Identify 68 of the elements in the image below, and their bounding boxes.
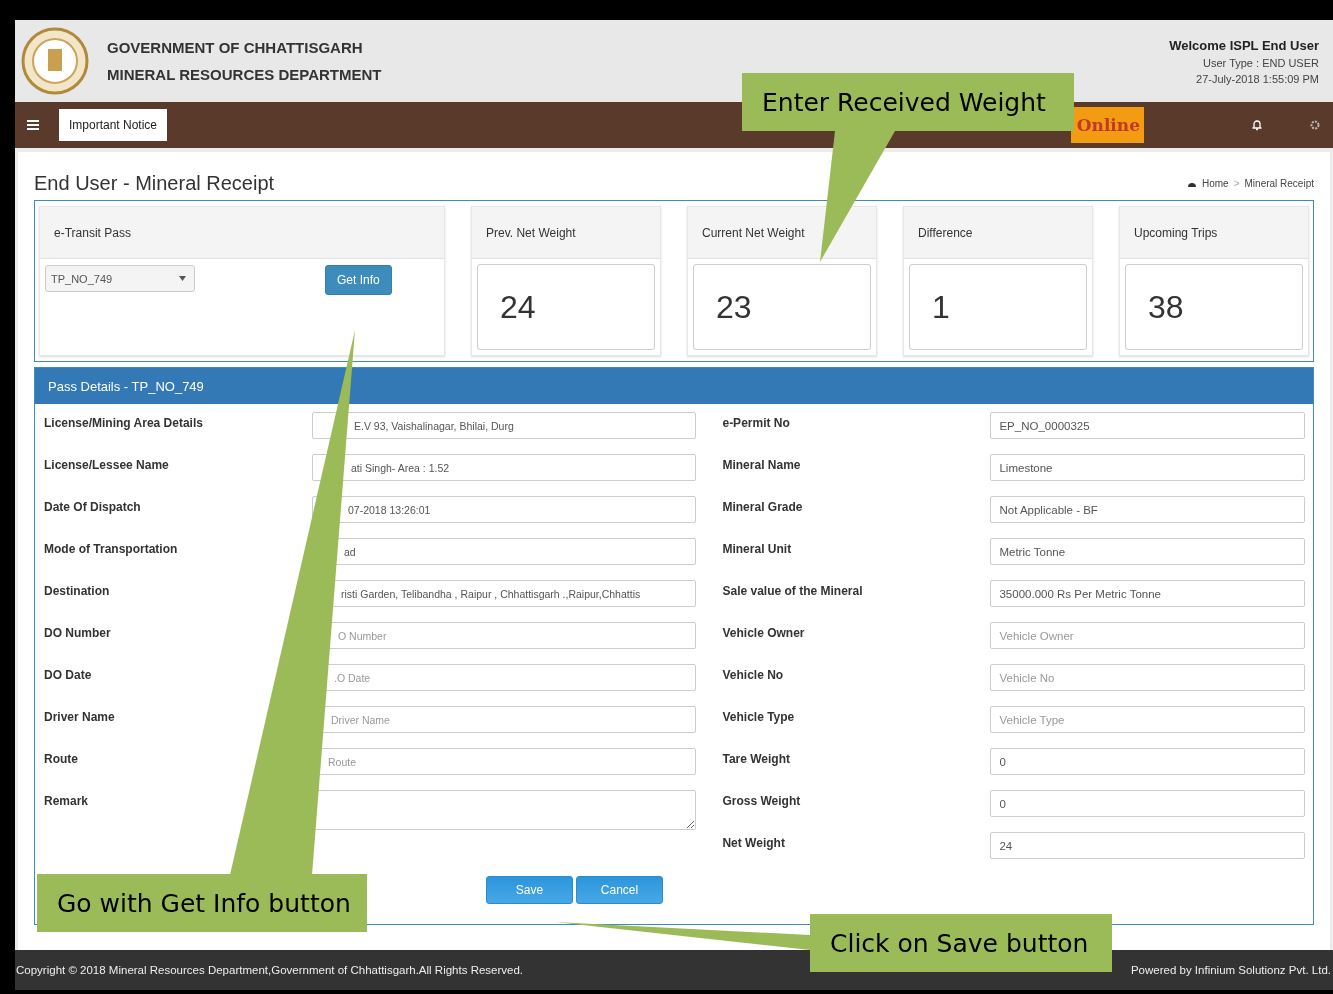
field-label: Driver Name	[44, 709, 116, 726]
user-type-text: User Type : END USER	[1203, 56, 1319, 69]
input-field[interactable]: Vehicle No	[990, 664, 1305, 691]
input-field[interactable]: Vehicle Owner	[990, 622, 1305, 649]
input-field[interactable]: EP_NO_0000325	[990, 412, 1305, 439]
bell-icon[interactable]	[1251, 119, 1263, 131]
breadcrumb-link[interactable]: Mineral Receipt	[1244, 177, 1314, 189]
field-label: Vehicle Owner	[722, 625, 806, 642]
field-label: Mode of Transportation	[44, 541, 179, 558]
callout-label: Click on Save button	[810, 914, 1112, 972]
powered-by-text: Powered by Infinium Solutionz Pvt. Ltd.	[1130, 964, 1331, 976]
department-title: MINERAL RESOURCES DEPARTMENT	[107, 66, 383, 83]
field-label: Destination	[44, 583, 111, 600]
callout-label: Enter Received Weight	[742, 73, 1074, 131]
field-label: License/Lessee Name	[44, 457, 170, 474]
welcome-text: Welcome ISPL End User	[1169, 37, 1319, 53]
breadcrumb-link[interactable]: Home	[1202, 177, 1229, 189]
field-label: Gross Weight	[722, 793, 802, 810]
stat-value: 1	[909, 264, 1087, 350]
field-label: DO Number	[44, 625, 112, 642]
government-title: GOVERNMENT OF CHHATTISGARH	[107, 39, 364, 56]
field-label: Net Weight	[722, 835, 786, 852]
settings-icon[interactable]	[1309, 119, 1321, 131]
field-label: DO Date	[44, 667, 93, 684]
field-label: Vehicle No	[722, 667, 785, 684]
field-label: Tare Weight	[722, 751, 792, 768]
card-header: Prev. Net Weight	[472, 207, 660, 259]
field-label: Vehicle Type	[722, 709, 796, 726]
card-header: Current Net Weight	[688, 207, 876, 259]
breadcrumb-separator: >	[1233, 177, 1240, 189]
pass-select[interactable]: TP_NO_749	[45, 265, 195, 292]
emblem-seal-icon	[21, 27, 89, 95]
stat-value: 23	[693, 264, 871, 350]
menu-icon[interactable]	[27, 120, 39, 130]
field-label: Remark	[44, 793, 90, 810]
input-field[interactable]: 0	[990, 790, 1305, 817]
panel-title: Pass Details - TP_NO_749	[35, 368, 1313, 404]
page-title: End User - Mineral Receipt	[34, 171, 275, 195]
card-header: Upcoming Trips	[1120, 207, 1308, 259]
caret-icon	[179, 276, 186, 281]
field-label: Date Of Dispatch	[44, 499, 142, 516]
input-field[interactable]: 24	[990, 832, 1305, 859]
input-field[interactable]: Vehicle Type	[990, 706, 1305, 733]
input-field[interactable]: Limestone	[990, 454, 1305, 481]
input-field[interactable]: 35000.000 Rs Per Metric Tonne	[990, 580, 1305, 607]
input-field[interactable]: ati Singh- Area : 1.52	[312, 454, 697, 481]
card-header: Difference	[904, 207, 1092, 259]
card-header: e-Transit Pass	[40, 207, 444, 259]
datetime-text: 27-July-2018 1:55:09 PM	[1196, 72, 1319, 85]
stat-value: 38	[1125, 264, 1303, 350]
callout-label: Go with Get Info button	[37, 874, 367, 932]
important-notice-button[interactable]: Important Notice	[59, 109, 168, 141]
get-info-button[interactable]: Get Info	[325, 265, 392, 295]
field-label: Sale value of the Mineral	[722, 583, 864, 600]
stat-value: 24	[477, 264, 655, 350]
field-label: Mineral Grade	[722, 499, 804, 516]
input-field[interactable]: 0	[990, 748, 1305, 775]
input-field[interactable]: 07-2018 13:26:01	[312, 496, 697, 523]
input-field[interactable]: Not Applicable - BF	[990, 496, 1305, 523]
input-field[interactable]: E.V 93, Vaishalinagar, Bhilai, Durg	[312, 412, 697, 439]
field-label: Route	[44, 751, 79, 768]
input-field[interactable]: Metric Tonne	[990, 538, 1305, 565]
field-label: Mineral Name	[722, 457, 802, 474]
logo-text: Online	[1070, 107, 1144, 143]
field-label: License/Mining Area Details	[44, 415, 204, 432]
field-label: Mineral Unit	[722, 541, 793, 558]
field-label: e-Permit No	[722, 415, 791, 432]
copyright-text: Copyright © 2018 Mineral Resources Department,Government of Chhattisgarh.All Rights Reserved.	[16, 964, 524, 976]
